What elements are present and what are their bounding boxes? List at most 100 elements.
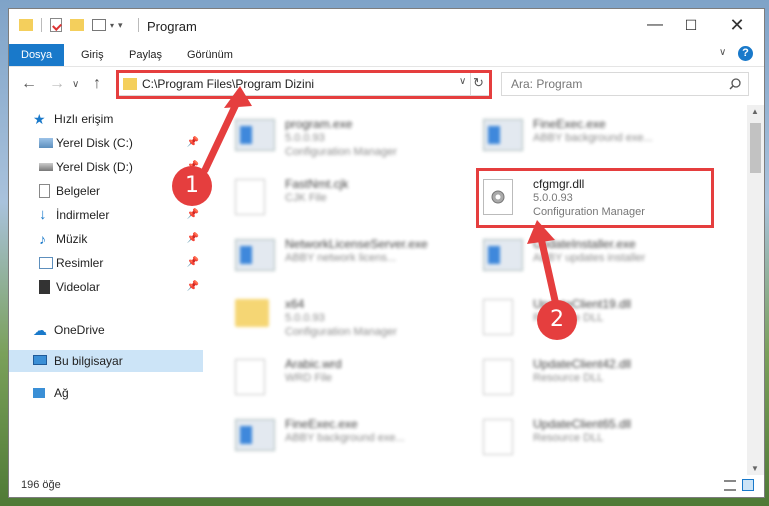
folder-icon[interactable]	[19, 19, 33, 31]
nav-item-muzik[interactable]: ♪ Müzik 📌	[9, 228, 203, 250]
nav-network[interactable]: Ağ	[9, 382, 203, 404]
scroll-down-icon[interactable]: ▼	[751, 464, 759, 473]
file-list: program.exe 5.0.0.93 Configuration Manag…	[215, 105, 735, 475]
exe-icon	[483, 119, 523, 159]
details-view-icon[interactable]	[724, 480, 736, 491]
pin-icon[interactable]: 📌	[187, 276, 199, 298]
music-icon: ♪	[39, 231, 46, 247]
exe-icon	[483, 239, 523, 279]
file-tile[interactable]: program.exe 5.0.0.93 Configuration Manag…	[215, 111, 455, 167]
pin-icon[interactable]: 📌	[187, 228, 199, 250]
file-icon	[235, 179, 271, 219]
file-icon	[235, 359, 271, 399]
search-placeholder: Ara: Program	[511, 77, 583, 91]
scroll-thumb[interactable]	[750, 123, 761, 173]
file-name: program.exe	[285, 117, 353, 131]
nav-this-pc[interactable]: Bu bilgisayar	[9, 350, 203, 372]
scroll-up-icon[interactable]: ▲	[751, 107, 759, 116]
file-name: x64	[285, 297, 305, 311]
file-tile[interactable]: FastNmt.cjk CJK File	[215, 171, 455, 227]
minimize-button[interactable]: —	[635, 13, 675, 37]
file-name: NetworkLicenseServer.exe	[285, 237, 428, 251]
customize-toolbar-icon[interactable]: ▾	[118, 20, 123, 31]
forward-arrow-icon[interactable]: →	[49, 75, 65, 93]
explorer-window: ▾ ▾ Program — ☐ ✕ Dosya Giriş Paylaş Gör…	[8, 8, 765, 498]
file-detail: WRD File	[285, 372, 333, 384]
nav-label: Resimler	[56, 256, 104, 270]
status-bar: 196 öğe	[9, 475, 764, 497]
nav-label: Yerel Disk (D:)	[56, 160, 133, 174]
pin-icon[interactable]: 📌	[187, 204, 199, 226]
close-button[interactable]: ✕	[717, 13, 757, 37]
file-detail: 5.0.0.93	[285, 312, 325, 324]
nav-item-disk-c[interactable]: Yerel Disk (C:) 📌	[9, 132, 203, 154]
dll-gear-icon	[483, 299, 519, 339]
file-detail: 5.0.0.93	[285, 132, 325, 144]
file-tile[interactable]: UpdateInstaller.exe ABBY updates install…	[463, 231, 703, 287]
network-icon	[33, 388, 45, 398]
file-highlight-box	[476, 168, 714, 228]
chevron-down-icon[interactable]: ▾	[110, 21, 114, 30]
folder-icon	[235, 299, 271, 339]
back-arrow-icon[interactable]: ←	[21, 75, 37, 93]
nav-item-resimler[interactable]: Resimler 📌	[9, 252, 203, 274]
search-input[interactable]: Ara: Program	[501, 72, 749, 96]
file-name: UpdateClient65.dll	[533, 417, 632, 431]
file-tile[interactable]: NetworkLicenseServer.exe ABBY network li…	[215, 231, 455, 287]
view-icon[interactable]	[92, 19, 106, 31]
new-folder-icon[interactable]	[70, 19, 84, 31]
vertical-scrollbar[interactable]: ▲ ▼	[747, 105, 764, 475]
computer-icon	[33, 355, 47, 365]
dll-gear-icon	[483, 419, 519, 459]
nav-item-indirmeler[interactable]: ↓ İndirmeler 📌	[9, 204, 203, 226]
tab-gorunum[interactable]: Görünüm	[175, 44, 245, 66]
file-detail: CJK File	[285, 192, 327, 204]
tab-giris[interactable]: Giriş	[69, 44, 116, 66]
file-tile[interactable]: FineExec.exe ABBY background exe...	[215, 411, 455, 467]
drive-icon	[39, 138, 53, 148]
help-icon[interactable]: ?	[738, 46, 753, 61]
file-detail: Resource DLL	[533, 372, 604, 384]
pin-icon[interactable]: 📌	[187, 132, 199, 154]
exe-icon	[235, 419, 275, 459]
file-tile[interactable]: FineExec.exe ABBY background exe...	[463, 111, 703, 167]
search-icon[interactable]	[729, 78, 741, 90]
cloud-icon: ☁	[33, 322, 47, 338]
nav-label: Belgeler	[56, 184, 101, 198]
file-tile[interactable]: UpdateClient65.dll Resource DLL	[463, 411, 703, 467]
file-name: FineExec.exe	[285, 417, 358, 431]
file-name: UpdateClient42.dll	[533, 357, 632, 371]
tab-paylas[interactable]: Paylaş	[117, 44, 174, 66]
file-detail: Configuration Manager	[285, 326, 397, 338]
tab-dosya[interactable]: Dosya	[9, 44, 65, 66]
up-arrow-icon[interactable]: ↑	[93, 75, 101, 93]
large-icons-view-icon[interactable]	[742, 479, 754, 491]
pin-icon[interactable]: 📌	[187, 252, 199, 274]
nav-item-videolar[interactable]: Videolar 📌	[9, 276, 203, 298]
file-tile[interactable]: UpdateClient19.dll Resource DLL	[463, 291, 703, 347]
dll-gear-icon	[483, 359, 519, 399]
file-name: FastNmt.cjk	[285, 177, 349, 191]
document-icon	[39, 184, 50, 198]
properties-icon[interactable]	[50, 18, 62, 32]
nav-label: Bu bilgisayar	[54, 354, 123, 368]
ribbon-tabs: Dosya Giriş Paylaş Görünüm ∨ ?	[9, 41, 764, 67]
recent-locations-icon[interactable]: ∨	[72, 79, 79, 90]
file-detail: Configuration Manager	[285, 146, 397, 158]
address-highlight-box	[116, 70, 492, 99]
file-tile[interactable]: Arabic.wrd WRD File	[215, 351, 455, 407]
maximize-button[interactable]: ☐	[671, 13, 711, 37]
nav-label: İndirmeler	[56, 208, 110, 222]
item-count: 196 öğe	[21, 479, 61, 491]
folder-tile[interactable]: x64 5.0.0.93 Configuration Manager	[215, 291, 455, 347]
pictures-icon	[39, 257, 53, 269]
quick-access-toolbar: ▾ ▾	[19, 17, 123, 33]
nav-label: Yerel Disk (C:)	[56, 136, 133, 150]
file-tile[interactable]: UpdateClient42.dll Resource DLL	[463, 351, 703, 407]
nav-onedrive[interactable]: ☁ OneDrive	[9, 319, 203, 341]
drive-icon	[39, 163, 53, 171]
nav-quick-access[interactable]: ★ Hızlı erişim	[9, 108, 203, 130]
title-bar: ▾ ▾ Program — ☐ ✕	[9, 9, 764, 41]
download-icon: ↓	[39, 206, 47, 223]
expand-ribbon-icon[interactable]: ∨	[719, 47, 726, 58]
